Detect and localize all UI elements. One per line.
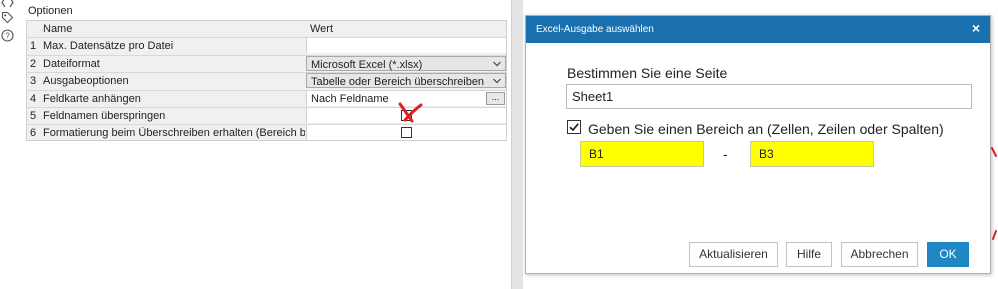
name-column-header: Name (43, 23, 73, 35)
keep-formatting-cell (306, 125, 506, 140)
option-row-field-map: 4 Feldkarte anhängen Nach Feldname ... (27, 90, 506, 106)
row-number: 5 (30, 110, 37, 122)
sheet-heading: Bestimmen Sie eine Seite (567, 65, 728, 81)
output-options-dropdown[interactable]: Tabelle oder Bereich überschreiben (306, 73, 506, 88)
red-mark-fragment-icon (992, 230, 997, 240)
value-column-header: Wert (310, 23, 334, 35)
dialog-titlebar: Excel-Ausgabe auswählen × (526, 16, 990, 43)
row-number: 3 (30, 75, 37, 87)
skip-field-names-cell (306, 102, 506, 123)
range-checkbox[interactable] (567, 120, 581, 134)
option-value: Microsoft Excel (*.xlsx) (311, 59, 423, 71)
keep-formatting-checkbox[interactable] (401, 127, 412, 138)
dialog-title: Excel-Ausgabe auswählen (536, 24, 654, 35)
options-title: Optionen (28, 5, 73, 17)
option-name: Feldkarte anhängen (43, 93, 141, 105)
browse-button[interactable]: ... (486, 92, 505, 105)
option-name: Formatierung beim Überschreiben erhalten… (43, 127, 305, 139)
option-value: Tabelle oder Bereich überschreiben (311, 76, 485, 88)
row-number: 6 (30, 127, 37, 139)
panel-splitter[interactable] (511, 0, 523, 289)
options-panel: ? Optionen Name Wert 1 Max. Datensätze p… (0, 0, 523, 289)
cancel-button[interactable]: Abbrechen (841, 242, 918, 267)
side-toolbar: ? (0, 0, 16, 60)
tag-icon[interactable] (1, 11, 14, 24)
excel-output-dialog: Excel-Ausgabe auswählen × Bestimmen Sie … (525, 15, 991, 274)
config-icon[interactable] (1, 0, 14, 9)
row-number: 2 (30, 58, 37, 70)
option-row-output-options: 3 Ausgabeoptionen Tabelle oder Bereich ü… (27, 72, 506, 88)
row-number: 4 (30, 93, 37, 105)
range-start-input[interactable] (580, 141, 704, 167)
help-icon[interactable]: ? (1, 29, 14, 42)
file-format-dropdown[interactable]: Microsoft Excel (*.xlsx) (306, 56, 506, 71)
option-row-max-records: 1 Max. Datensätze pro Datei (27, 37, 506, 53)
grid-header: Name Wert (27, 21, 506, 37)
range-end-input[interactable] (750, 141, 874, 167)
ok-button[interactable]: OK (927, 242, 969, 267)
help-button[interactable]: Hilfe (786, 242, 832, 267)
option-row-file-format: 2 Dateiformat Microsoft Excel (*.xlsx) (27, 55, 506, 71)
red-mark-fragment-icon (991, 147, 997, 157)
option-row-keep-formatting: 6 Formatierung beim Überschreiben erhalt… (27, 124, 506, 140)
option-name: Ausgabeoptionen (43, 75, 129, 87)
refresh-button[interactable]: Aktualisieren (689, 242, 778, 267)
chevron-down-icon (493, 61, 501, 67)
option-row-skip-field-names: 5 Feldnamen überspringen (27, 102, 506, 123)
option-name: Dateiformat (43, 58, 100, 70)
range-label: Geben Sie einen Bereich an (Zellen, Zeil… (588, 121, 944, 137)
red-x-annotation-icon (398, 102, 423, 123)
option-value: Nach Feldname (311, 93, 389, 105)
close-icon[interactable]: × (972, 21, 980, 35)
option-name: Feldnamen überspringen (43, 110, 166, 122)
max-records-field[interactable] (306, 38, 506, 53)
range-separator: - (723, 146, 728, 162)
options-grid: Name Wert 1 Max. Datensätze pro Datei 2 … (26, 20, 507, 141)
option-name: Max. Datensätze pro Datei (43, 40, 174, 52)
chevron-down-icon (493, 78, 501, 84)
svg-text:?: ? (5, 32, 10, 41)
row-number: 1 (30, 40, 37, 52)
sheet-name-input[interactable] (566, 84, 972, 109)
